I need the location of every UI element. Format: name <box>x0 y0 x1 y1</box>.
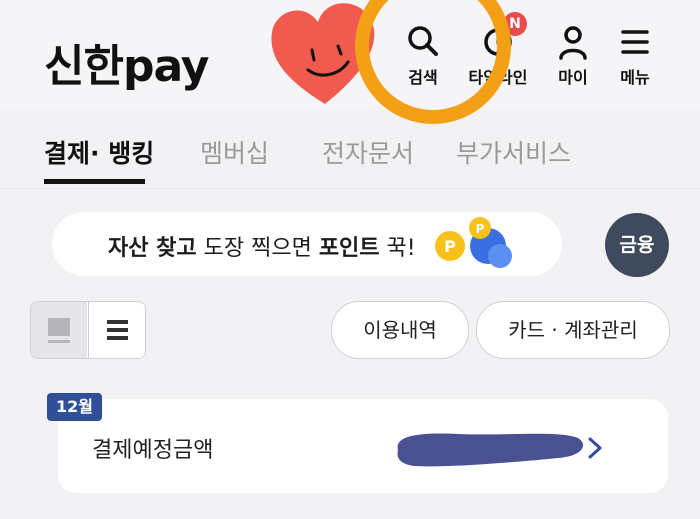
redacted-amount <box>388 424 588 476</box>
tab-payment-banking[interactable]: 결제· 뱅킹 <box>44 134 154 170</box>
tab-membership[interactable]: 멤버십 <box>200 134 269 170</box>
menu-button[interactable]: 메뉴 <box>600 22 670 88</box>
card-view-icon <box>48 318 70 343</box>
month-tag: 12월 <box>47 393 102 421</box>
my-button[interactable]: 마이 <box>538 22 608 88</box>
promo-text-normal-2: 꾹! <box>379 236 416 261</box>
main-tabs: 결제· 뱅킹 멤버십 전자문서 부가서비스 <box>0 118 700 188</box>
finance-button[interactable]: 금융 <box>605 213 669 277</box>
svg-text:P: P <box>476 222 485 236</box>
card-account-manage-button[interactable]: 카드 · 계좌관리 <box>476 301 670 359</box>
app-logo: 신한pay <box>44 41 209 92</box>
point-coins-icon: P P <box>432 212 522 280</box>
list-view-button[interactable] <box>88 302 145 358</box>
menu-label: 메뉴 <box>620 68 650 87</box>
tab-e-documents[interactable]: 전자문서 <box>322 134 414 170</box>
usage-history-button[interactable]: 이용내역 <box>331 301 469 359</box>
tab-extra-services[interactable]: 부가서비스 <box>456 134 571 170</box>
chevron-right-icon <box>586 436 604 464</box>
my-label: 마이 <box>558 68 588 87</box>
promo-text-bold-1: 자산 찾고 <box>108 236 197 261</box>
tabs-divider <box>0 188 700 189</box>
card-view-button[interactable] <box>31 302 87 358</box>
promo-text-bold-2: 포인트 <box>318 236 380 261</box>
scheduled-payment-label: 결제예정금액 <box>92 438 214 463</box>
menu-icon <box>600 22 670 62</box>
promo-text-normal-1: 도장 찍으면 <box>196 236 319 261</box>
promo-text: 자산 찾고 도장 찍으면 포인트 꾹! <box>108 230 416 262</box>
active-tab-indicator <box>44 179 145 184</box>
list-view-icon <box>107 320 128 340</box>
person-icon <box>538 22 608 62</box>
svg-text:P: P <box>444 237 456 256</box>
view-toggle <box>30 301 146 359</box>
